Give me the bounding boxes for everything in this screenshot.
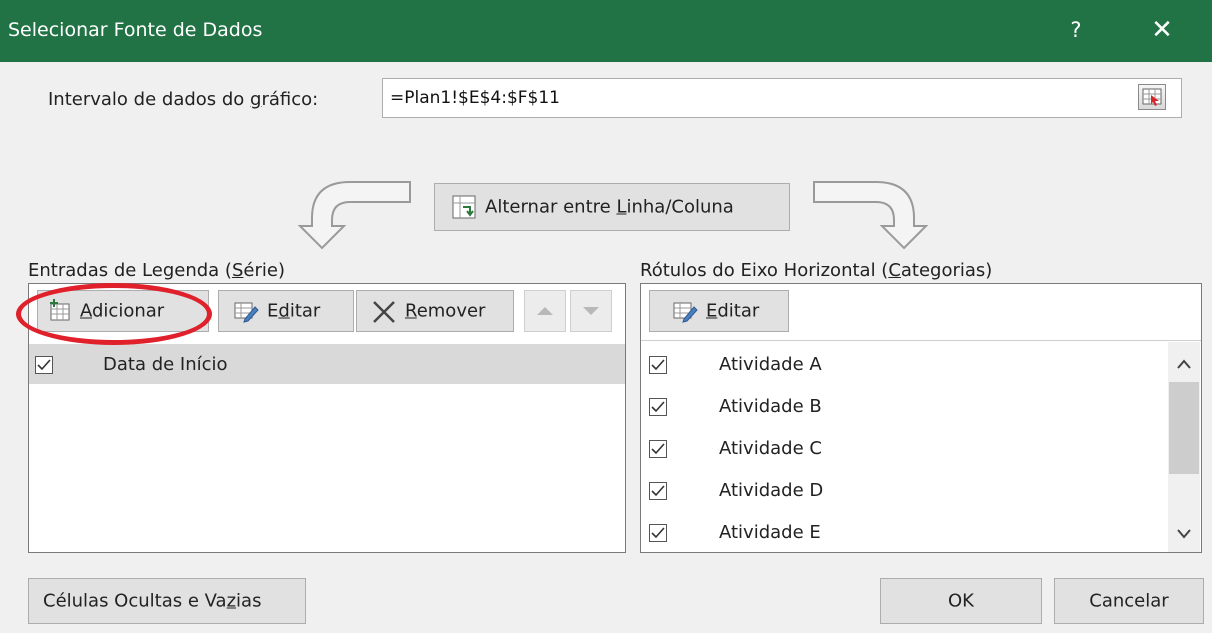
add-series-icon (50, 299, 70, 321)
hidden-empty-cells-button[interactable]: Células Ocultas e Vazias (28, 578, 306, 624)
checkmark-icon (37, 359, 51, 371)
dialog-title: Selecionar Fonte de Dados (8, 19, 263, 41)
range-collapse-button[interactable] (1138, 84, 1166, 110)
category-item-label: Atividade C (719, 438, 822, 459)
add-series-label: Adicionar (80, 300, 165, 322)
scrollbar-thumb[interactable] (1169, 382, 1199, 474)
category-checkbox[interactable] (649, 356, 667, 374)
triangle-down-icon (583, 307, 599, 315)
remove-x-icon (373, 301, 395, 323)
category-item-label: Atividade A (719, 354, 822, 375)
move-down-button[interactable] (570, 290, 612, 332)
legend-entries-label: Entradas de Legenda (Série) (28, 260, 285, 281)
scroll-down-icon[interactable] (1176, 528, 1192, 540)
remove-series-button[interactable]: Remover (356, 290, 514, 332)
checkmark-icon (651, 527, 665, 539)
scroll-up-icon[interactable] (1176, 358, 1192, 370)
cancel-button[interactable]: Cancelar (1054, 578, 1204, 624)
chart-range-value: =Plan1!$E$4:$F$11 (390, 88, 560, 108)
remove-series-label: Remover (405, 300, 486, 322)
add-series-button[interactable]: Adicionar (37, 290, 209, 332)
edit-series-button[interactable]: Editar (218, 290, 354, 332)
cancel-label: Cancelar (1089, 590, 1169, 612)
edit-axis-labels-label: Editar (706, 300, 760, 322)
vertical-scrollbar[interactable] (1168, 342, 1200, 552)
ok-label: OK (948, 590, 974, 612)
legend-entries-panel: Adicionar Editar Remover Data de Início (28, 283, 626, 553)
help-button[interactable]: ? (1066, 18, 1086, 42)
category-item-label: Atividade E (719, 522, 821, 543)
close-button[interactable]: ✕ (1148, 15, 1176, 45)
switch-row-column-button[interactable]: Alternar entre Linha/Coluna (434, 183, 790, 231)
checkmark-icon (651, 401, 665, 413)
move-up-button[interactable] (524, 290, 566, 332)
category-checkbox[interactable] (649, 398, 667, 416)
switch-row-column-icon (452, 195, 476, 219)
edit-axis-labels-button[interactable]: Editar (649, 290, 789, 332)
category-checkbox[interactable] (649, 524, 667, 542)
title-bar: Selecionar Fonte de Dados ? ✕ (0, 0, 1212, 62)
edit-axis-icon (673, 302, 698, 323)
series-checkbox[interactable] (35, 356, 53, 374)
curved-arrow-left-icon (297, 181, 411, 250)
checkmark-icon (651, 359, 665, 371)
select-data-source-dialog: Selecionar Fonte de Dados ? ✕ Intervalo … (0, 0, 1212, 633)
switch-row-column-label: Alternar entre Linha/Coluna (485, 196, 734, 218)
chart-range-label: Intervalo de dados do gráfico: (48, 89, 319, 110)
axis-labels-label: Rótulos do Eixo Horizontal (Categorias) (640, 260, 993, 281)
ok-button[interactable]: OK (880, 578, 1042, 624)
collapse-dialog-icon (1142, 88, 1162, 106)
curved-arrow-right-icon (813, 181, 929, 250)
edit-series-icon (234, 302, 259, 323)
edit-series-label: Editar (267, 300, 321, 322)
axis-labels-panel: Editar Atividade A Atividade B Atividade… (640, 283, 1202, 553)
toolbar-divider (641, 340, 1201, 341)
series-item-label: Data de Início (103, 354, 228, 375)
category-item-label: Atividade D (719, 480, 824, 501)
checkmark-icon (651, 443, 665, 455)
category-checkbox[interactable] (649, 482, 667, 500)
hidden-empty-cells-label: Células Ocultas e Vazias (43, 590, 262, 612)
category-item-label: Atividade B (719, 396, 822, 417)
checkmark-icon (651, 485, 665, 497)
category-checkbox[interactable] (649, 440, 667, 458)
triangle-up-icon (537, 307, 553, 315)
